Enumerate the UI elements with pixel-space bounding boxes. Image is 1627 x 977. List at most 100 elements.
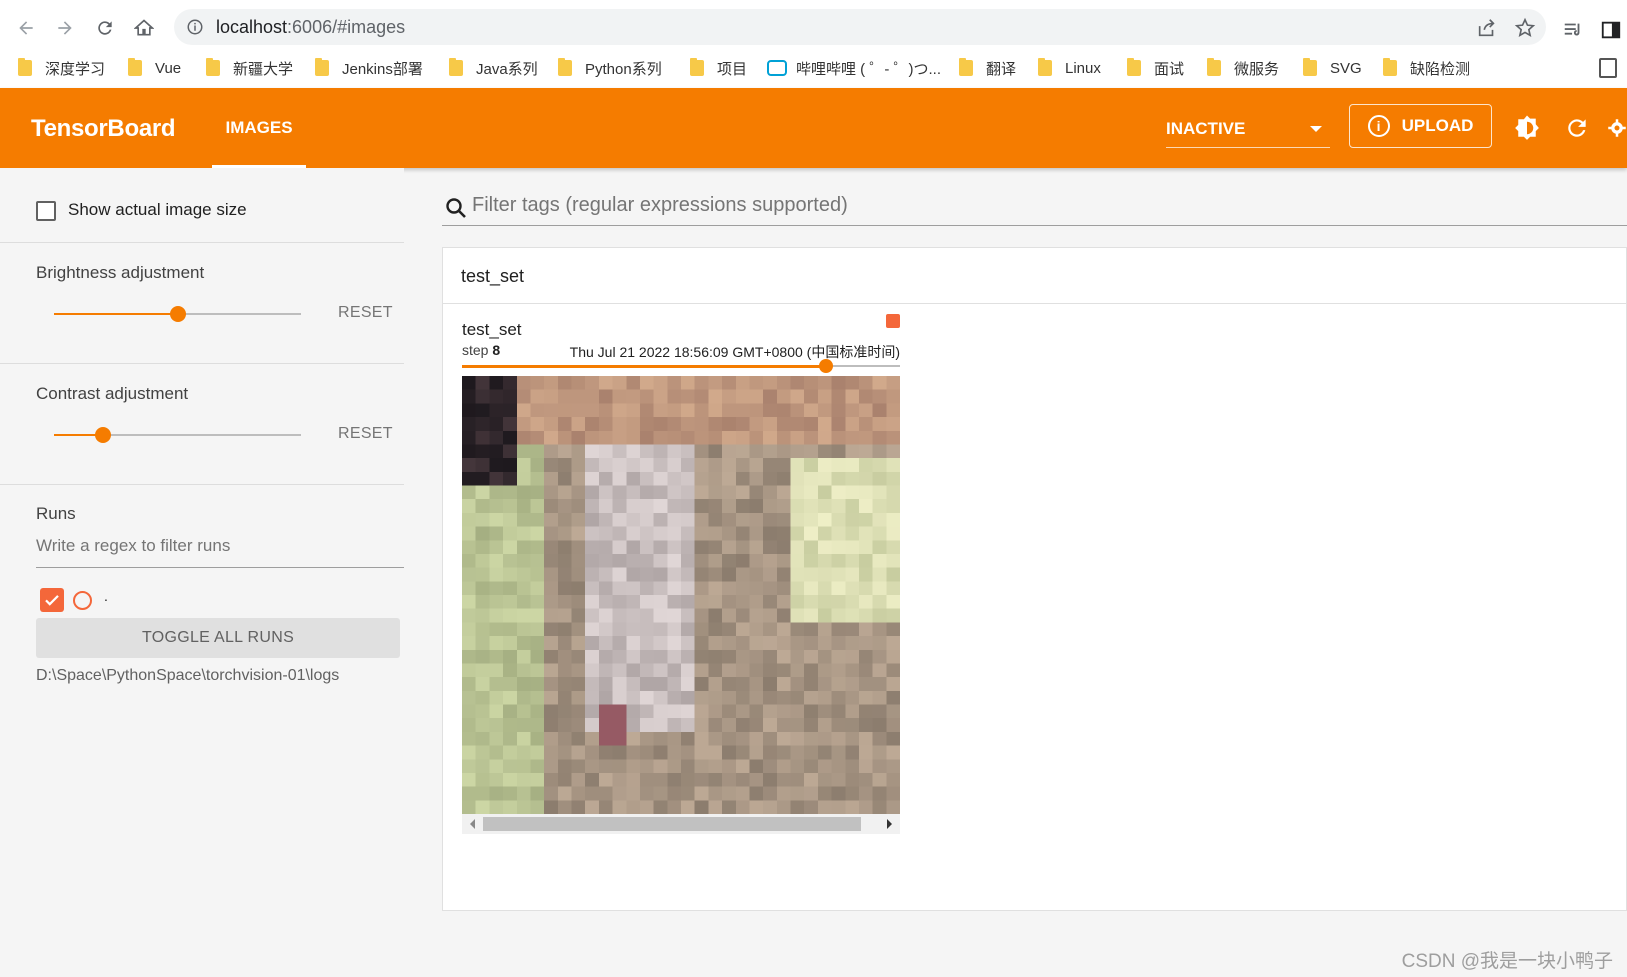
reload-data-button[interactable] [1561,112,1593,144]
brand-title[interactable]: TensorBoard [31,115,176,143]
run-color-radio[interactable] [73,591,92,610]
show-actual-size-label[interactable]: Show actual image size [68,200,247,220]
toggle-all-runs-button[interactable]: TOGGLE ALL RUNS [36,618,400,658]
image-pixel [886,485,900,500]
bookmark-item[interactable]: 深度学习 [18,56,105,80]
scroll-right-icon[interactable] [887,819,892,829]
image-pixel [763,718,777,732]
image-pixel [462,622,476,637]
info-icon[interactable] [186,18,204,36]
image-pixel [681,718,695,732]
bookmark-item[interactable]: Java系列 [449,56,538,80]
image-pixel [653,608,668,623]
scroll-left-icon[interactable] [470,819,475,829]
bookmark-label: 面试 [1154,60,1185,78]
image-pixel [886,512,900,527]
show-actual-size-checkbox[interactable] [36,201,56,221]
bookmark-item[interactable]: 翻译 [959,56,1016,80]
image-pixel [598,704,613,719]
star-icon[interactable] [1514,17,1536,39]
tag-filter-input[interactable] [472,194,1372,217]
image-pixel [475,622,490,637]
image-pixel [845,786,859,801]
run-filter-field[interactable] [36,532,404,568]
image-scrollbar[interactable] [462,814,900,834]
bookmark-item[interactable]: Jenkins部署 [315,56,423,80]
bookmark-item[interactable]: SVG [1303,56,1362,80]
url-text: localhost:6006/#images [216,17,405,38]
image-pixel [831,389,846,404]
image-pixel [872,389,887,404]
contrast-slider-thumb[interactable] [95,427,111,443]
image-pixel [639,389,654,404]
image-pixel [626,403,640,418]
bookmark-item[interactable]: 微服务 [1207,56,1279,80]
other-bookmarks-icon[interactable] [1599,58,1617,78]
info-circle-icon: i [1367,115,1390,137]
step-slider[interactable] [462,359,900,373]
back-button[interactable] [12,14,40,42]
share-icon[interactable] [1476,17,1498,39]
bookmark-label: SVG [1330,59,1362,77]
tab-label: IMAGES [225,118,293,137]
bookmark-label: 项目 [717,60,748,78]
image-pixel [626,786,640,801]
brightness-slider[interactable] [54,306,301,322]
image-pixel [694,430,709,445]
bookmark-item[interactable]: Linux [1038,56,1101,80]
image-pixel [804,444,818,459]
image-pixel [831,540,846,554]
run-checkbox[interactable] [40,588,64,612]
dark-mode-button[interactable] [1511,112,1543,144]
image-pixel [694,458,709,472]
brightness-slider-thumb[interactable] [170,306,186,322]
image-pixel [544,471,558,486]
contrast-reset-button[interactable]: RESET [338,425,393,443]
image-pixel [763,690,777,705]
reading-list-icon[interactable] [1562,19,1584,41]
reload-button[interactable] [91,14,119,42]
image-pixel [858,636,873,650]
scrollbar-thumb[interactable] [483,817,861,831]
image-pixel [681,663,695,678]
image-pixel [858,663,873,678]
bookmark-item[interactable]: 新疆大学 [206,56,293,80]
brightness-reset-button[interactable]: RESET [338,304,393,322]
image-pixel [626,526,640,541]
settings-button[interactable] [1607,112,1627,144]
image-pixel [462,649,476,664]
image-pixel [817,553,832,568]
image-pixel [612,608,627,623]
image-pixel [776,458,791,472]
image-pixel [462,731,476,746]
bookmark-item[interactable]: 面试 [1127,56,1184,80]
bookmark-item[interactable]: Vue [128,56,181,80]
image-pixel [489,595,504,609]
bookmark-item[interactable]: 项目 [690,56,747,80]
image-pixel [763,704,777,719]
bookmark-item[interactable]: Python系列 [558,56,662,80]
bookmark-label: Python系列 [585,60,662,78]
forward-button[interactable] [51,14,79,42]
image-pixel [790,512,805,527]
image-pixel [462,704,476,719]
run-status-select[interactable]: INACTIVE [1166,112,1330,148]
bookmark-item[interactable]: 哔哩哔哩 ( ゜- ゜)つ... [767,56,941,80]
address-bar[interactable]: localhost:6006/#images [174,9,1546,45]
image-pixel [886,444,900,459]
card-header[interactable]: test_set [443,248,1627,304]
step-slider-thumb[interactable] [819,359,833,373]
upload-button[interactable]: i UPLOAD [1349,104,1492,148]
image-pixel [886,622,900,637]
image-pixel [667,553,681,568]
side-panel-icon[interactable] [1600,19,1622,41]
contrast-slider[interactable] [54,427,301,443]
bookmark-item[interactable]: 缺陷检测 [1383,56,1470,80]
home-button[interactable] [130,14,158,42]
tag-filter-field[interactable] [442,190,1627,226]
image-pixel [708,622,723,637]
image-pixel [598,663,613,678]
tab-images[interactable]: IMAGES [212,88,306,168]
run-filter-input[interactable] [36,536,396,556]
image-pixel [612,376,627,390]
